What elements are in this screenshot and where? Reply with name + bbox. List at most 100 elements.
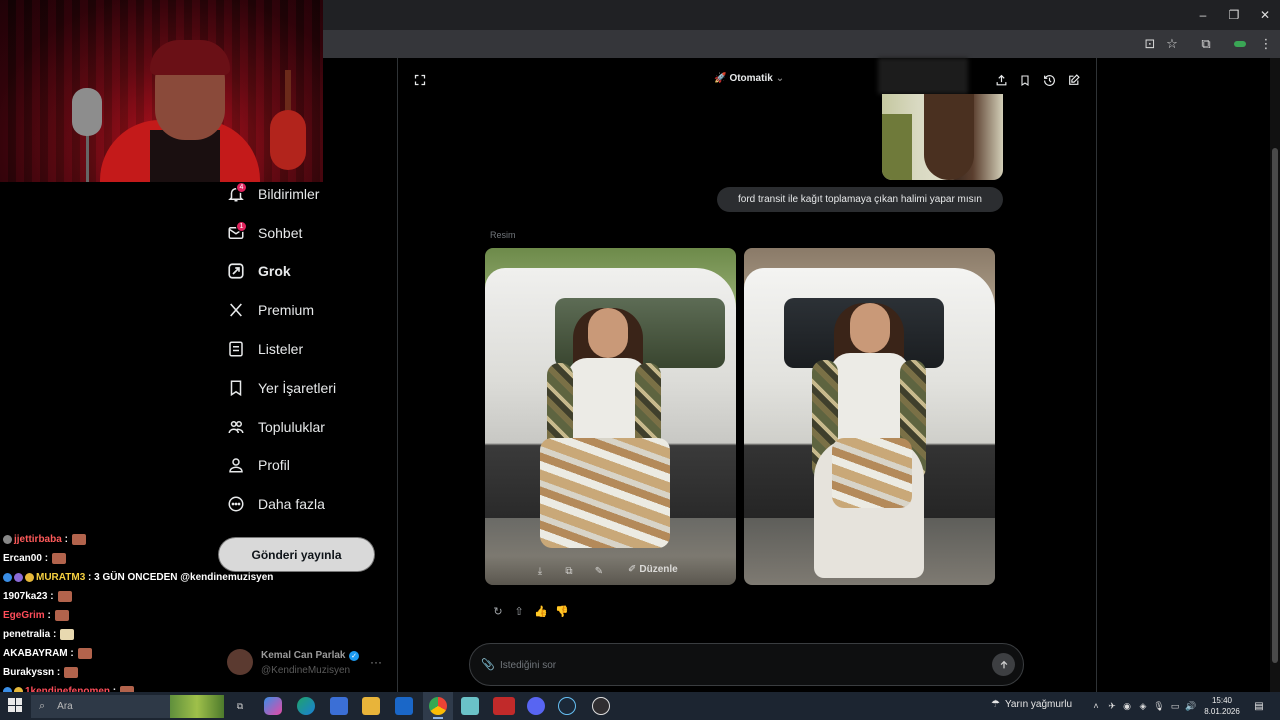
restore-button[interactable]: ❐	[1219, 0, 1249, 30]
sidebar-item-grok[interactable]: Grok	[226, 259, 291, 283]
send-button[interactable]	[992, 653, 1015, 676]
profile-icon	[226, 455, 246, 475]
account-name: Kemal Can Parlak	[261, 650, 346, 661]
search-highlight-image	[170, 695, 224, 718]
regenerate-icon[interactable]: ↻	[491, 604, 505, 618]
share-response-icon[interactable]: ⇧	[512, 604, 526, 618]
windows-start-icon[interactable]	[8, 698, 22, 712]
tray-app-icon[interactable]: ✈	[1106, 700, 1118, 712]
chat-message: Burakyssn :	[3, 665, 79, 679]
notepad-icon[interactable]	[461, 697, 479, 715]
uploaded-photo[interactable]	[882, 94, 1003, 180]
x-logo-icon	[226, 300, 246, 320]
history-icon[interactable]	[1041, 72, 1057, 88]
network-icon[interactable]: ▭	[1169, 700, 1181, 712]
edit-icon: ✐	[628, 564, 637, 575]
more-circle-icon	[226, 494, 246, 514]
system-clock[interactable]: 15:40 8.01.2026	[1200, 695, 1244, 717]
mode-label: Otomatik	[729, 73, 773, 84]
steam-tray-icon[interactable]: ◉	[1121, 700, 1133, 712]
chat-message: jjettirbaba :	[3, 532, 86, 546]
browser-menu-icon[interactable]: ⋮	[1256, 34, 1276, 54]
content-divider	[1096, 58, 1097, 692]
fullscreen-icon[interactable]	[412, 72, 428, 88]
list-icon	[226, 339, 246, 359]
mode-selector[interactable]: 🚀 Otomatik ⌄	[714, 73, 784, 84]
generated-image-2[interactable]	[744, 248, 995, 585]
account-handle: @KendineMuzisyen	[261, 665, 351, 676]
avatar[interactable]	[227, 649, 253, 675]
sidebar-item-label: Yer İşaretleri	[258, 380, 337, 396]
thumbs-up-icon[interactable]: 👍	[534, 604, 548, 618]
thumbs-down-icon[interactable]: 👎	[555, 604, 569, 618]
sidebar-item-communities[interactable]: Topluluklar	[226, 415, 325, 439]
sidebar-item-label: Bildirimler	[258, 186, 320, 202]
chrome-icon[interactable]	[429, 697, 447, 715]
download-icon[interactable]: ⤓	[533, 564, 547, 578]
account-more-button[interactable]: ···	[370, 655, 382, 669]
sidebar-item-label: Profil	[258, 457, 290, 473]
profile-extension-icon[interactable]	[1230, 34, 1250, 54]
grok-icon	[226, 261, 246, 281]
brush-icon[interactable]: ✎	[592, 564, 606, 578]
chat-message: Ercan00 :	[3, 551, 67, 565]
chat-message: MURATM3 : 3 GÜN ONCEDEN @kendinemuzisyen	[3, 570, 273, 584]
user-message: ford transit ile kağıt toplamaya çıkan h…	[717, 187, 1003, 212]
minimize-button[interactable]: –	[1188, 0, 1218, 30]
task-view-icon[interactable]: ⧉	[231, 697, 249, 715]
file-explorer-icon[interactable]	[362, 697, 380, 715]
star-icon[interactable]: ☆	[1162, 34, 1182, 54]
rocket-icon: 🚀	[714, 73, 727, 84]
edge-icon[interactable]	[297, 697, 315, 715]
steam-icon[interactable]	[558, 697, 576, 715]
paperclip-icon[interactable]: 📎	[481, 657, 495, 671]
discord-icon[interactable]	[527, 697, 545, 715]
scrollbar-thumb[interactable]	[1272, 148, 1278, 663]
image-actions-overlay	[485, 556, 736, 585]
close-window-button[interactable]: ✕	[1250, 0, 1280, 30]
prompt-input[interactable]	[500, 657, 960, 673]
rain-cloud-icon: ☂	[991, 699, 1000, 710]
share-icon[interactable]	[993, 72, 1009, 88]
tray-app2-icon[interactable]: ◈	[1137, 700, 1149, 712]
sidebar-item-label: Listeler	[258, 341, 304, 357]
volume-icon[interactable]: 🔊	[1185, 700, 1197, 712]
generated-image-1[interactable]	[485, 248, 736, 585]
obs-icon[interactable]	[592, 697, 610, 715]
sidebar-item-label: Grok	[258, 263, 291, 279]
chevron-up-icon[interactable]: ˄	[1090, 700, 1102, 712]
sidebar-item-bookmarks[interactable]: Yer İşaretleri	[226, 376, 336, 400]
outlook-icon[interactable]	[395, 697, 413, 715]
microphone-icon[interactable]: 🎙	[1153, 700, 1165, 712]
install-app-icon[interactable]: ⊡	[1140, 34, 1160, 54]
webcam-overlay	[0, 0, 323, 182]
chevron-down-icon: ⌄	[775, 73, 785, 84]
sidebar-item-premium[interactable]: Premium	[226, 298, 314, 322]
new-chat-icon[interactable]	[1065, 72, 1081, 88]
chat-message: 1907ka23 :	[3, 589, 72, 603]
chat-message: EgeGrim :	[3, 608, 69, 622]
sidebar-item-more[interactable]: Daha fazla	[226, 492, 325, 516]
extensions-icon[interactable]: ⧉	[1196, 34, 1216, 54]
sidebar-item-label: Premium	[258, 302, 315, 318]
copilot-icon[interactable]	[264, 697, 282, 715]
store-icon[interactable]	[330, 697, 348, 715]
notification-center-icon[interactable]: ▤	[1252, 699, 1266, 713]
blurred-thumbnail	[878, 58, 968, 94]
communities-icon	[226, 417, 246, 437]
sidebar-item-lists[interactable]: Listeler	[226, 337, 303, 361]
weather-widget[interactable]: ☂ Yarın yağmurlu	[991, 699, 1072, 710]
edit-button[interactable]: ✐ Düzenle	[628, 564, 678, 575]
bookmark-icon[interactable]	[1017, 72, 1033, 88]
voice-meter-icon[interactable]	[493, 697, 515, 715]
bookmark-icon	[226, 378, 246, 398]
sidebar-item-label: Sohbet	[258, 225, 303, 241]
chat-message: penetralia :	[3, 627, 75, 641]
sidebar-divider	[397, 58, 398, 692]
sidebar-item-profile[interactable]: Profil	[226, 453, 290, 477]
active-indicator	[433, 717, 443, 719]
message-badge: 1	[236, 221, 247, 232]
search-icon: ⌕	[39, 700, 46, 712]
copy-icon[interactable]: ⧉	[562, 564, 576, 578]
post-button[interactable]: Gönderi yayınla	[219, 538, 374, 571]
